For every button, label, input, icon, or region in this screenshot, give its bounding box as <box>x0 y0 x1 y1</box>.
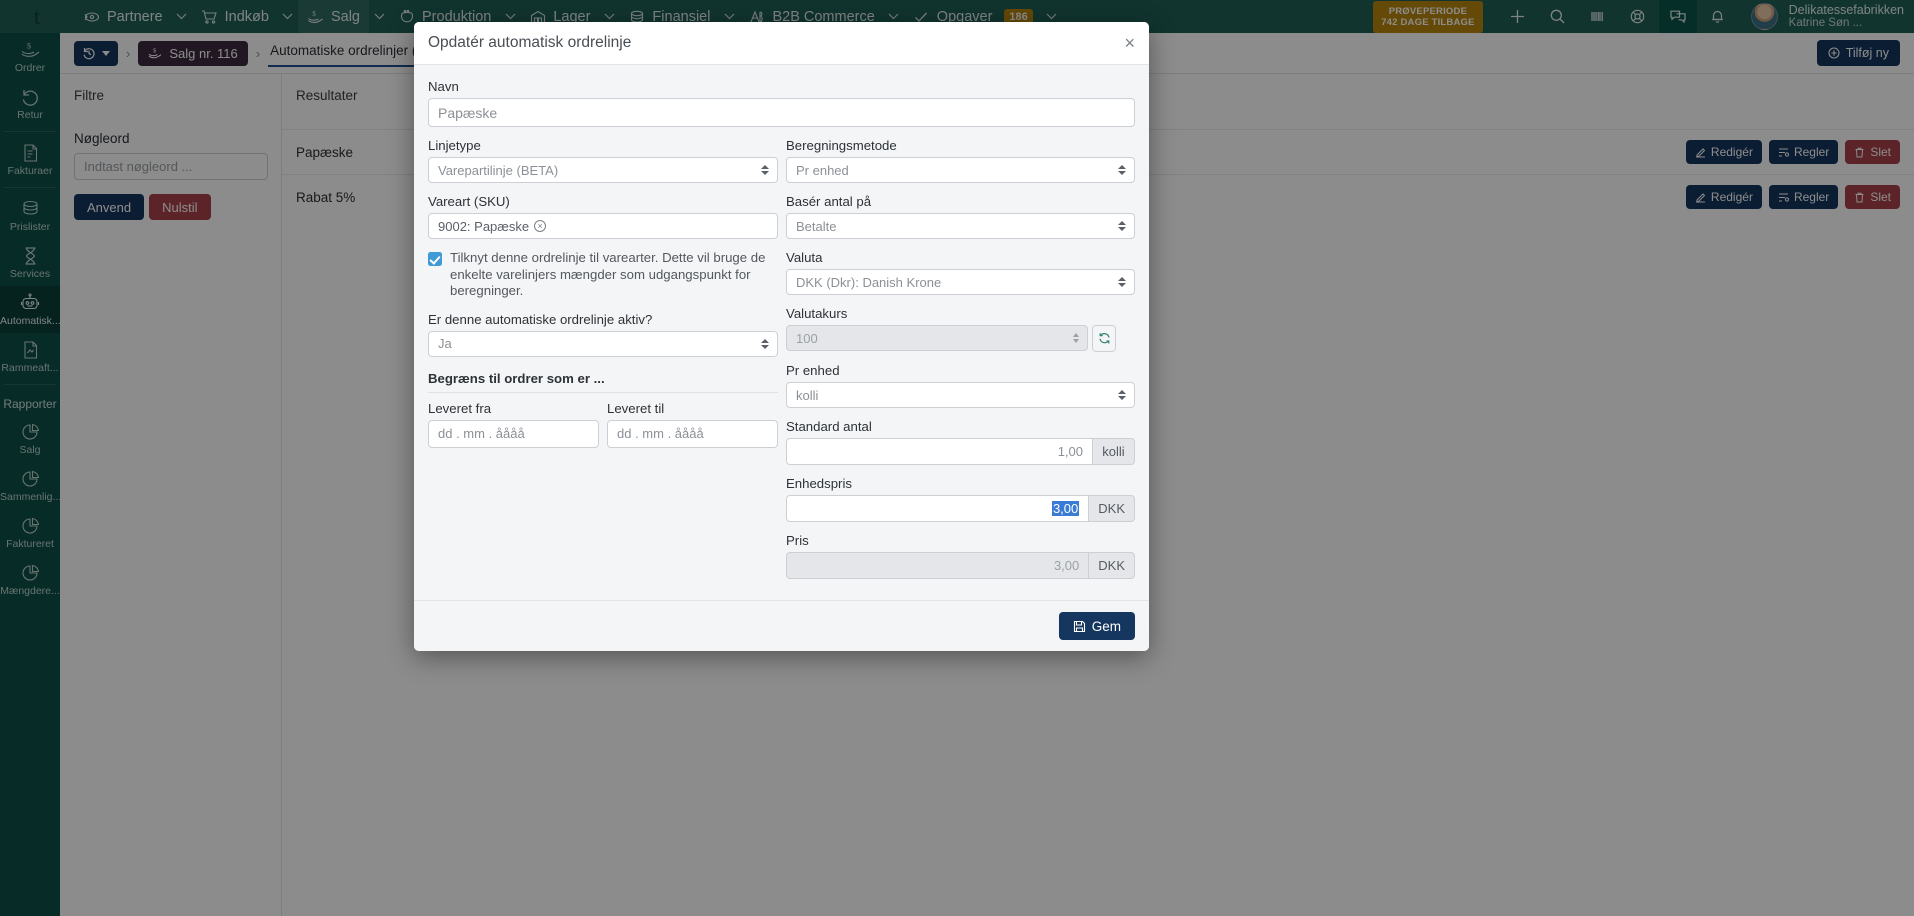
close-icon[interactable]: × <box>1124 34 1135 52</box>
linjetype-value: Varepartilinje (BETA) <box>438 162 559 178</box>
field-valutakurs: Valutakurs 100 <box>786 306 1135 352</box>
enhedspris-value: 3,00 <box>1051 501 1080 516</box>
field-aktiv: Er denne automatiske ordrelinje aktiv? J… <box>428 312 778 357</box>
update-order-line-modal: Opdatér automatisk ordrelinje × Navn Pap… <box>414 22 1149 651</box>
linjetype-label: Linjetype <box>428 138 481 153</box>
chevron-updown-icon <box>761 338 769 349</box>
vareart-value: 9002: Papæske <box>438 218 530 234</box>
field-pris: Pris 3,00 DKK <box>786 533 1135 579</box>
beregningsmetode-label: Beregningsmetode <box>786 138 897 153</box>
leveret-til-input[interactable]: dd . mm . åååå <box>607 419 778 448</box>
form-left-column: Linjetype Varepartilinje (BETA) Vareart … <box>428 138 778 590</box>
valutakurs-input[interactable]: 100 <box>786 325 1088 351</box>
link-order-line-label: Tilknyt denne ordrelinje til varearter. … <box>450 250 766 298</box>
aktiv-label: Er denne automatiske ordrelinje aktiv? <box>428 311 653 327</box>
refresh-rate-button[interactable] <box>1092 325 1116 352</box>
valuta-label: Valuta <box>786 250 823 265</box>
modal-footer: Gem <box>414 600 1149 651</box>
aktiv-value: Ja <box>438 336 452 351</box>
navn-input[interactable]: Papæske <box>428 98 1135 127</box>
field-valuta: Valuta DKK (Dkr): Danish Krone <box>786 250 1135 295</box>
linjetype-select[interactable]: Varepartilinje (BETA) <box>428 157 778 183</box>
save-button[interactable]: Gem <box>1058 612 1135 640</box>
field-beregningsmetode: Beregningsmetode Pr enhed <box>786 138 1135 183</box>
vareart-label: Vareart (SKU) <box>428 194 510 209</box>
basis-select[interactable]: Betalte <box>786 213 1135 239</box>
valutakurs-label: Valutakurs <box>786 306 848 321</box>
pris-unit: DKK <box>1089 552 1135 579</box>
prenhed-label: Pr enhed <box>786 363 840 378</box>
date-range-fields: Leveret fra dd . mm . åååå Leveret til d… <box>428 401 778 448</box>
leveret-fra-input[interactable]: dd . mm . åååå <box>428 419 599 448</box>
chevron-updown-icon <box>761 165 769 175</box>
save-label: Gem <box>1091 618 1121 634</box>
basis-value: Betalte <box>796 218 837 234</box>
standard-antal-row: 1,00 kolli <box>786 438 1135 465</box>
vareart-select[interactable]: 9002: Papæske × <box>428 213 778 239</box>
app-root: t Partnere Indkøb $ Salg Produktion Lage… <box>0 0 1914 916</box>
field-leveret-til: Leveret til dd . mm . åååå <box>607 401 778 448</box>
chevron-updown-icon <box>1118 221 1126 231</box>
refresh-icon <box>1098 332 1111 345</box>
field-vareart: Vareart (SKU) 9002: Papæske × <box>428 194 778 239</box>
begraens-section-heading: Begræns til ordrer som er ... <box>428 371 778 393</box>
field-enhedspris: Enhedspris 3,00 DKK <box>786 476 1135 522</box>
modal-body: Navn Papæske Linjetype Varepartilinje (B… <box>414 65 1149 600</box>
field-linjetype: Linjetype Varepartilinje (BETA) <box>428 138 778 183</box>
leveret-fra-label: Leveret fra <box>428 400 492 416</box>
enhedspris-label: Enhedspris <box>786 476 852 491</box>
enhedspris-input[interactable]: 3,00 <box>786 495 1090 522</box>
chevron-updown-icon <box>1118 277 1126 287</box>
pris-row: 3,00 DKK <box>786 552 1135 579</box>
standard-antal-input[interactable]: 1,00 <box>786 438 1093 465</box>
modal-title: Opdatér automatisk ordrelinje <box>428 34 632 51</box>
beregningsmetode-value: Pr enhed <box>796 162 849 178</box>
modal-header: Opdatér automatisk ordrelinje × <box>414 22 1149 65</box>
clear-icon[interactable]: × <box>534 220 547 232</box>
valuta-select[interactable]: DKK (Dkr): Danish Krone <box>786 269 1135 295</box>
valuta-value: DKK (Dkr): Danish Krone <box>796 274 942 290</box>
field-leveret-fra: Leveret fra dd . mm . åååå <box>428 401 599 448</box>
link-order-line-checkbox-row[interactable]: Tilknyt denne ordrelinje til varearter. … <box>428 250 778 300</box>
aktiv-select[interactable]: Ja <box>428 330 778 357</box>
field-pr-enhed: Pr enhed kolli <box>786 363 1135 408</box>
field-standard-antal: Standard antal 1,00 kolli <box>786 419 1135 465</box>
prenhed-value: kolli <box>796 387 819 403</box>
valutakurs-row: 100 <box>786 325 1135 352</box>
beregningsmetode-select[interactable]: Pr enhed <box>786 157 1135 183</box>
stepper-icon[interactable] <box>1073 333 1079 343</box>
navn-label: Navn <box>428 79 459 94</box>
link-order-line-checkbox[interactable] <box>428 252 442 266</box>
standard-antal-label: Standard antal <box>786 419 872 434</box>
pris-label: Pris <box>786 533 809 548</box>
enhedspris-unit: DKK <box>1089 495 1135 522</box>
chevron-updown-icon <box>1118 165 1126 175</box>
chevron-updown-icon <box>1118 390 1126 400</box>
form-columns: Linjetype Varepartilinje (BETA) Vareart … <box>428 138 1135 590</box>
enhedspris-row: 3,00 DKK <box>786 495 1135 522</box>
valutakurs-value: 100 <box>796 330 818 346</box>
basis-label: Basér antal på <box>786 194 872 209</box>
field-navn: Navn Papæske <box>428 79 1135 127</box>
save-disk-icon <box>1073 620 1086 633</box>
field-basis-antal: Basér antal på Betalte <box>786 194 1135 239</box>
vareart-tag: 9002: Papæske × <box>438 218 547 234</box>
standard-antal-unit: kolli <box>1093 438 1135 465</box>
prenhed-select[interactable]: kolli <box>786 382 1135 408</box>
leveret-til-label: Leveret til <box>607 400 665 416</box>
form-right-column: Beregningsmetode Pr enhed Basér antal på… <box>786 138 1135 590</box>
pris-input: 3,00 <box>786 552 1090 579</box>
